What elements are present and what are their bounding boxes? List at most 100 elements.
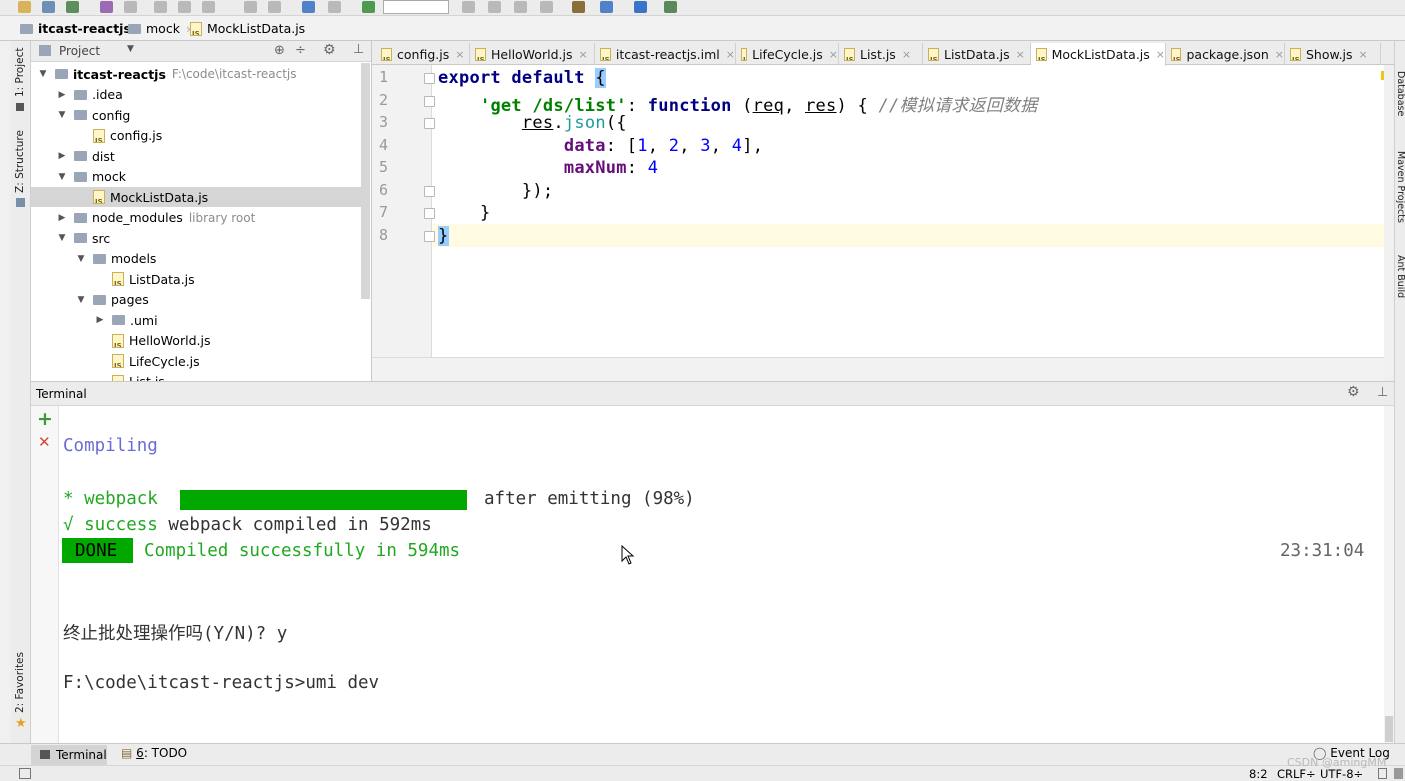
tree-item[interactable]: ▼ src (31, 228, 361, 248)
tree-item[interactable]: ▼ mock (31, 167, 361, 187)
terminal-scrollbar[interactable] (1384, 406, 1394, 744)
tree-item[interactable]: JS ListData.js (31, 269, 361, 289)
line-number[interactable]: 7 (374, 203, 388, 221)
run-config-select[interactable] (383, 0, 449, 14)
chevron-down-icon[interactable]: ▼ (37, 69, 49, 79)
chevron-down-icon[interactable]: ▼ (75, 254, 87, 264)
coverage-icon[interactable] (514, 1, 527, 13)
fold-marker-icon[interactable] (424, 73, 435, 84)
line-number[interactable]: 4 (374, 136, 388, 154)
editor-tab[interactable]: JS LifeCycle.js × (736, 43, 839, 65)
editor-tab[interactable]: JS Show.js × (1285, 43, 1381, 65)
chevron-down-icon[interactable]: ▼ (56, 233, 68, 243)
code-line-6[interactable]: }); (438, 181, 553, 201)
tree-item[interactable]: ▶ node_modules library root (31, 208, 361, 228)
cut-icon[interactable] (154, 1, 167, 13)
code-line-3[interactable]: res.json({ (438, 113, 627, 133)
chevron-down-icon[interactable]: ▼ (127, 44, 134, 54)
fold-marker-icon[interactable] (424, 186, 435, 197)
tool-tab-favorites[interactable]: 2: Favorites (14, 652, 26, 713)
close-session-icon[interactable]: ✕ (38, 433, 51, 451)
tool-tab-structure[interactable]: Z: Structure (14, 130, 26, 193)
editor-tab[interactable]: JS itcast-reactjs.iml × (595, 43, 736, 65)
close-icon[interactable]: × (455, 48, 464, 61)
file-encoding[interactable]: UTF-8÷ (1320, 767, 1363, 781)
redo-icon[interactable] (124, 1, 137, 13)
sync-icon[interactable] (66, 1, 79, 13)
chevron-right-icon[interactable]: ▶ (56, 213, 68, 223)
close-icon[interactable]: × (902, 48, 911, 61)
replace-icon[interactable] (268, 1, 281, 13)
close-icon[interactable]: × (578, 48, 587, 61)
caret-position[interactable]: 8:2 (1249, 767, 1268, 781)
plugin-icon[interactable] (664, 1, 677, 13)
line-number[interactable]: 3 (374, 113, 388, 131)
editor-tab[interactable]: JS MockListData.js × (1031, 43, 1166, 66)
editor-tab[interactable]: JS ListData.js × (923, 43, 1031, 65)
close-icon[interactable]: × (726, 48, 735, 61)
tree-item[interactable]: JS HelloWorld.js (31, 331, 361, 351)
code-line-4[interactable]: data: [1, 2, 3, 4], (438, 136, 763, 156)
tree-item[interactable]: ▼ models (31, 249, 361, 269)
code-line-1[interactable]: export default { (438, 68, 606, 88)
paste-icon[interactable] (202, 1, 215, 13)
code-line-7[interactable]: } (438, 203, 490, 223)
chevron-down-icon[interactable]: ▼ (56, 110, 68, 120)
close-icon[interactable]: × (1359, 48, 1368, 61)
tree-item[interactable]: JS MockListData.js (31, 187, 361, 207)
collapse-icon[interactable]: ÷ (295, 43, 306, 58)
layout-icon[interactable] (19, 768, 31, 779)
tool-tab-maven[interactable]: Maven Projects (1395, 151, 1405, 223)
code-line-8[interactable]: } (438, 226, 449, 246)
chevron-down-icon[interactable]: ▼ (56, 172, 68, 182)
editor-tab[interactable]: JS List.js × (839, 43, 923, 65)
code-line-5[interactable]: maxNum: 4 (438, 158, 658, 178)
undo-icon[interactable] (100, 1, 113, 13)
close-icon[interactable]: × (1016, 48, 1025, 61)
fold-marker-icon[interactable] (424, 208, 435, 219)
tree-item[interactable]: ▼ pages (31, 290, 361, 310)
hide-icon[interactable]: ⊥ (353, 42, 364, 57)
settings-icon[interactable] (572, 1, 585, 13)
tree-item[interactable]: JSList.js (31, 372, 361, 381)
line-number[interactable]: 2 (374, 91, 388, 109)
back-icon[interactable] (302, 1, 315, 13)
hide-panel-icon[interactable]: ⊥ (1377, 385, 1388, 400)
tree-item[interactable]: JS config.js (31, 126, 361, 146)
find-icon[interactable] (244, 1, 257, 13)
line-number[interactable]: 5 (374, 158, 388, 176)
forward-icon[interactable] (328, 1, 341, 13)
editor-tab[interactable]: JS config.js × (376, 43, 470, 65)
tree-item[interactable]: JS LifeCycle.js (31, 351, 361, 371)
line-number[interactable]: 8 (374, 226, 388, 244)
fold-marker-icon[interactable] (424, 96, 435, 107)
open-folder-icon[interactable] (18, 1, 31, 13)
tree-item[interactable]: ▶ dist (31, 146, 361, 166)
tree-item[interactable]: ▶ .idea (31, 85, 361, 105)
breadcrumb-file[interactable]: JS MockListData.js (190, 20, 305, 37)
tree-item[interactable]: ▼ config (31, 105, 361, 125)
lock-icon[interactable] (1378, 768, 1387, 779)
project-structure-icon[interactable] (600, 1, 613, 13)
close-icon[interactable]: × (1275, 48, 1284, 61)
tool-tab-database[interactable]: Database (1395, 71, 1405, 116)
close-icon[interactable]: × (829, 48, 838, 61)
debug-icon[interactable] (488, 1, 501, 13)
chevron-right-icon[interactable]: ▶ (94, 315, 106, 325)
stop-icon[interactable] (540, 1, 553, 13)
gear-icon[interactable]: ⚙ (323, 42, 336, 58)
run-icon[interactable] (462, 1, 475, 13)
save-icon[interactable] (42, 1, 55, 13)
chevron-right-icon[interactable]: ▶ (56, 151, 68, 161)
gear-icon[interactable]: ⚙ (1347, 384, 1360, 400)
build-icon[interactable] (362, 1, 375, 13)
tree-item[interactable]: ▶ .umi (31, 310, 361, 330)
close-icon[interactable]: × (1156, 48, 1165, 61)
editor-tab[interactable]: JS HelloWorld.js × (470, 43, 595, 65)
fold-marker-icon[interactable] (424, 231, 435, 242)
tool-tab-project[interactable]: 1: Project (14, 48, 26, 97)
line-separator[interactable]: CRLF÷ (1277, 767, 1316, 781)
breadcrumb-mock[interactable]: mock › (128, 20, 191, 37)
terminal-line-command[interactable]: F:\code\itcast-reactjs>umi dev (63, 673, 379, 693)
breadcrumb-project[interactable]: itcast-reactjs › (20, 20, 142, 37)
